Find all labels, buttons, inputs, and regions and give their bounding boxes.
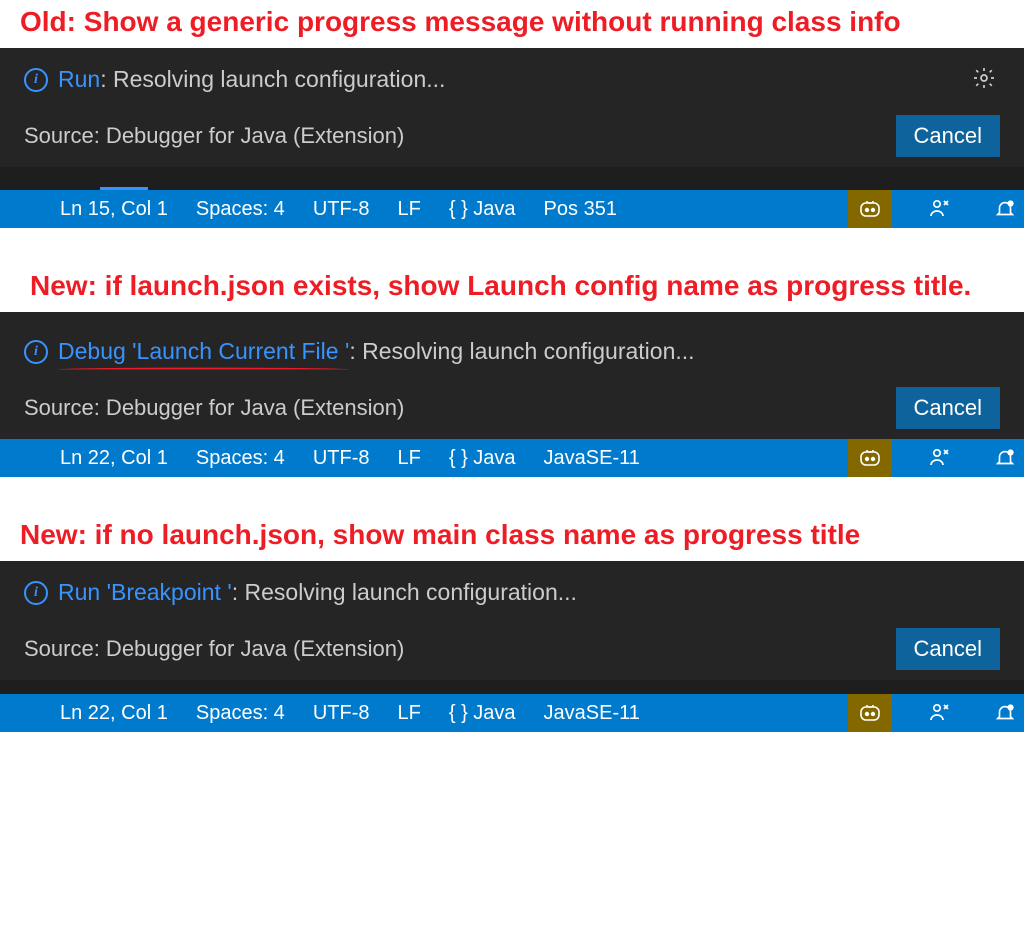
status-encoding[interactable]: UTF-8 <box>313 198 370 221</box>
title-prefix: Run 'Breakpoint ' <box>58 579 232 605</box>
notification-new2: i Run 'Breakpoint ': Resolving launch co… <box>0 561 1024 680</box>
status-bar: Ln 15, Col 1 Spaces: 4 UTF-8 LF { } Java… <box>0 190 1024 228</box>
status-extra[interactable]: JavaSE-11 <box>544 447 640 470</box>
notification-title: Run: Resolving launch configuration... <box>58 66 445 93</box>
status-bar: Ln 22, Col 1 Spaces: 4 UTF-8 LF { } Java… <box>0 694 1024 732</box>
notification-new1: i Debug 'Launch Current File ': Resolvin… <box>0 312 1024 439</box>
bell-icon[interactable] <box>986 439 1024 477</box>
info-icon: i <box>24 68 48 92</box>
status-eol[interactable]: LF <box>397 198 420 221</box>
caption-new2: New: if no launch.json, show main class … <box>0 513 1024 561</box>
title-prefix: Debug 'Launch Current File ' <box>58 338 349 364</box>
info-icon: i <box>24 581 48 605</box>
editor-strip <box>0 680 1024 694</box>
status-spaces[interactable]: Spaces: 4 <box>196 447 285 470</box>
status-spaces[interactable]: Spaces: 4 <box>196 702 285 725</box>
section-new-nolaunch: New: if no launch.json, show main class … <box>0 513 1024 732</box>
title-rest: : Resolving launch configuration... <box>349 338 694 364</box>
status-extra[interactable]: Pos 351 <box>544 198 617 221</box>
status-spaces[interactable]: Spaces: 4 <box>196 198 285 221</box>
editor-strip <box>0 167 1024 190</box>
notification-source: Source: Debugger for Java (Extension) <box>24 395 404 421</box>
notification-source: Source: Debugger for Java (Extension) <box>24 636 404 662</box>
feedback-icon[interactable] <box>920 439 958 477</box>
status-ln-col[interactable]: Ln 15, Col 1 <box>60 198 168 221</box>
title-prefix: Run <box>58 66 100 92</box>
copilot-icon[interactable] <box>848 190 892 228</box>
title-rest: : Resolving launch configuration... <box>100 66 445 92</box>
status-encoding[interactable]: UTF-8 <box>313 447 370 470</box>
notification-title: Debug 'Launch Current File ': Resolving … <box>58 338 695 365</box>
status-language[interactable]: { } Java <box>449 702 516 725</box>
status-ln-col[interactable]: Ln 22, Col 1 <box>60 447 168 470</box>
status-bar: Ln 22, Col 1 Spaces: 4 UTF-8 LF { } Java… <box>0 439 1024 477</box>
cancel-button[interactable]: Cancel <box>896 387 1000 429</box>
notification-title: Run 'Breakpoint ': Resolving launch conf… <box>58 579 577 606</box>
cancel-button[interactable]: Cancel <box>896 628 1000 670</box>
copilot-icon[interactable] <box>848 694 892 732</box>
gear-icon[interactable] <box>972 66 996 90</box>
notification-old: i Run: Resolving launch configuration...… <box>0 48 1024 167</box>
status-ln-col[interactable]: Ln 22, Col 1 <box>60 702 168 725</box>
feedback-icon[interactable] <box>920 694 958 732</box>
status-extra[interactable]: JavaSE-11 <box>544 702 640 725</box>
copilot-icon[interactable] <box>848 439 892 477</box>
info-icon: i <box>24 340 48 364</box>
bell-icon[interactable] <box>986 694 1024 732</box>
caption-new1: New: if launch.json exists, show Launch … <box>0 264 1024 312</box>
feedback-icon[interactable] <box>920 190 958 228</box>
status-encoding[interactable]: UTF-8 <box>313 702 370 725</box>
bell-icon[interactable] <box>986 190 1024 228</box>
section-new-launchjson: New: if launch.json exists, show Launch … <box>0 264 1024 477</box>
status-language[interactable]: { } Java <box>449 198 516 221</box>
status-eol[interactable]: LF <box>397 447 420 470</box>
notification-source: Source: Debugger for Java (Extension) <box>24 123 404 149</box>
cancel-button[interactable]: Cancel <box>896 115 1000 157</box>
title-rest: : Resolving launch configuration... <box>232 579 577 605</box>
status-language[interactable]: { } Java <box>449 447 516 470</box>
caption-old: Old: Show a generic progress message wit… <box>0 0 1024 48</box>
status-eol[interactable]: LF <box>397 702 420 725</box>
section-old: Old: Show a generic progress message wit… <box>0 0 1024 228</box>
